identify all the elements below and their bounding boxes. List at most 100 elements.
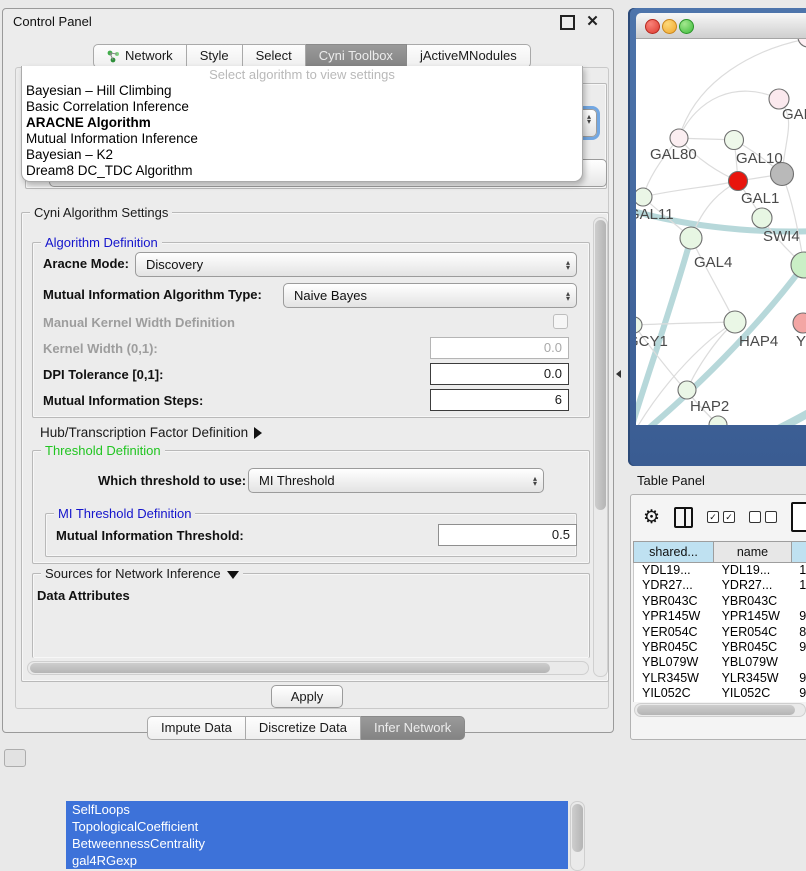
gear-icon[interactable]: ⚙ [643,506,660,529]
threshold-definition-title: Threshold Definition [41,443,165,458]
collapsed-arrow-icon [254,427,262,439]
attribute-list-item-selected[interactable]: SelfLoops [66,801,568,818]
algorithm-option[interactable]: Bayesian – Hill Climbing [22,83,582,99]
tab-impute-data[interactable]: Impute Data [147,716,246,740]
network-node-y[interactable] [793,313,806,333]
table-cell: 9. [791,609,806,624]
network-node[interactable] [709,416,727,425]
network-node-gal1[interactable] [729,172,748,191]
attribute-list-item-selected[interactable]: BetweennessCentrality [66,835,568,852]
document-icon[interactable] [791,502,806,532]
network-node-gal4[interactable] [680,227,702,249]
attribute-list-item-selected[interactable]: gal4RGexp [66,852,568,869]
algorithm-definition-title: Algorithm Definition [41,235,162,250]
threshold-definition-group: Threshold Definition Which threshold to … [32,450,590,564]
collapsed-panel-icon[interactable] [4,749,26,767]
apply-button[interactable]: Apply [271,685,343,708]
mi-threshold-field[interactable]: 0.5 [438,524,577,546]
table-panel: ⚙ ✓✓ shared...name YDL19...YDL19...13YDR… [630,494,806,740]
close-traffic-light-icon[interactable] [645,19,660,34]
select-all-checks-icon[interactable]: ✓✓ [707,511,735,523]
tab-discretize-data[interactable]: Discretize Data [246,716,361,740]
table-row[interactable]: YDR27...YDR27...12 [634,578,806,593]
table-cell: YDR27... [634,578,714,593]
float-window-icon[interactable] [560,15,575,30]
mi-algorithm-type-combo[interactable]: Naive Bayes ▴▾ [283,283,577,308]
tab-jactivemnodules[interactable]: jActiveMNodules [407,44,531,68]
mi-steps-field[interactable]: 6 [430,389,569,411]
table-cell: 9. [791,671,806,686]
hub-definition-toggle[interactable]: Hub/Transcription Factor Definition [40,425,262,440]
aracne-mode-value: Discovery [146,257,203,272]
network-canvas[interactable]: GALGAL80GAL10GAL1GAL11SWI4GAL4GCY1HAP4YH… [636,39,806,425]
table-cell: YBR045C [634,640,714,655]
network-node-hap2[interactable] [678,381,696,399]
control-panel: Control Panel ✕ NetworkStyleSelectCyni T… [2,8,614,733]
table-row[interactable]: YIL052CYIL052C9. [634,686,806,701]
tab-select[interactable]: Select [243,44,306,68]
settings-scrollbar[interactable] [593,217,608,677]
kernel-width-field[interactable]: 0.0 [430,337,569,359]
manual-kernel-checkbox[interactable] [553,314,568,329]
mi-type-label: Mutual Information Algorithm Type: [43,287,262,302]
network-window-titlebar[interactable] [636,13,806,39]
network-node-gal80[interactable] [670,129,688,147]
table-row[interactable]: YBR045CYBR045C9. [634,640,806,655]
settings-hscrollbar[interactable] [27,661,589,675]
tab-network[interactable]: Network [93,44,187,68]
network-node-gcy1[interactable] [636,317,642,333]
sources-toggle[interactable]: Sources for Network Inference [41,566,243,581]
tab-style[interactable]: Style [187,44,243,68]
attribute-list-item-selected[interactable]: TopologicalCoefficient [66,818,568,835]
algorithm-option[interactable]: Dream8 DC_TDC Algorithm [22,163,582,179]
mi-threshold-label: Mutual Information Threshold: [56,528,244,543]
node-label: GCY1 [636,333,668,350]
minimize-traffic-light-icon[interactable] [662,19,677,34]
dpi-tolerance-field[interactable]: 0.0 [430,363,569,385]
aracne-mode-combo[interactable]: Discovery ▴▾ [135,252,577,277]
column-header[interactable] [792,541,806,563]
table-cell: 13 [791,563,806,578]
network-node-hap4[interactable] [724,311,746,333]
maximize-traffic-light-icon[interactable] [679,19,694,34]
top-tab-bar: Network StyleSelectCyni ToolboxjActiveMNo… [93,44,531,68]
tab-label: Discretize Data [259,717,347,739]
network-node[interactable] [798,39,806,47]
close-icon[interactable]: ✕ [586,15,599,28]
combo-stepper-icon: ▴▾ [566,260,570,270]
aracne-mode-label: Aracne Mode: [43,256,129,271]
network-node-gal10[interactable] [725,131,744,150]
algorithm-definition-group: Algorithm Definition Aracne Mode: Discov… [32,242,590,418]
table-cell: YPR145W [714,609,792,624]
mi-type-value: Naive Bayes [294,288,367,303]
algorithm-option[interactable]: Mutual Information Inference [22,131,582,147]
table-row[interactable]: YBR043CYBR043C [634,594,806,609]
attributes-scrollbar[interactable] [570,801,585,871]
algorithm-option[interactable]: Bayesian – K2 [22,147,582,163]
algorithm-option[interactable]: ARACNE Algorithm [22,115,582,131]
mi-steps-label: Mutual Information Steps: [43,393,203,408]
tab-label: Network [125,45,173,67]
network-node-swi4[interactable] [752,208,772,228]
table-row[interactable]: YPR145WYPR145W9. [634,609,806,624]
column-header[interactable]: name [714,541,792,563]
deselect-all-checks-icon[interactable] [749,511,777,523]
tab-infer-network[interactable]: Infer Network [361,716,465,740]
expanded-arrow-icon [227,571,239,579]
algorithm-option[interactable]: Basic Correlation Inference [22,99,582,115]
table-row[interactable]: YER054CYER054C8. [634,625,806,640]
cyni-algorithm-settings-group: Cyni Algorithm Settings Algorithm Defini… [21,212,609,682]
table-row[interactable]: YBL079WYBL079W [634,655,806,670]
table-row[interactable]: YLR345WYLR345W9. [634,671,806,686]
network-node-labels: GALGAL80GAL10GAL1GAL11SWI4GAL4GCY1HAP4YH… [636,106,806,415]
table-hscrollbar[interactable] [634,703,806,717]
tab-cyni-toolbox[interactable]: Cyni Toolbox [306,44,407,68]
panel-splitter-arrow-icon[interactable] [616,370,621,378]
column-layout-icon[interactable] [674,507,693,528]
network-node-gal11[interactable] [636,188,652,206]
column-header[interactable]: shared... [633,541,714,563]
table-row[interactable]: YDL19...YDL19...13 [634,563,806,578]
which-threshold-combo[interactable]: MI Threshold ▴▾ [248,468,544,493]
settings-group-title: Cyni Algorithm Settings [30,205,172,220]
data-attributes-list[interactable]: SelfLoopsTopologicalCoefficientBetweenne… [66,801,568,869]
